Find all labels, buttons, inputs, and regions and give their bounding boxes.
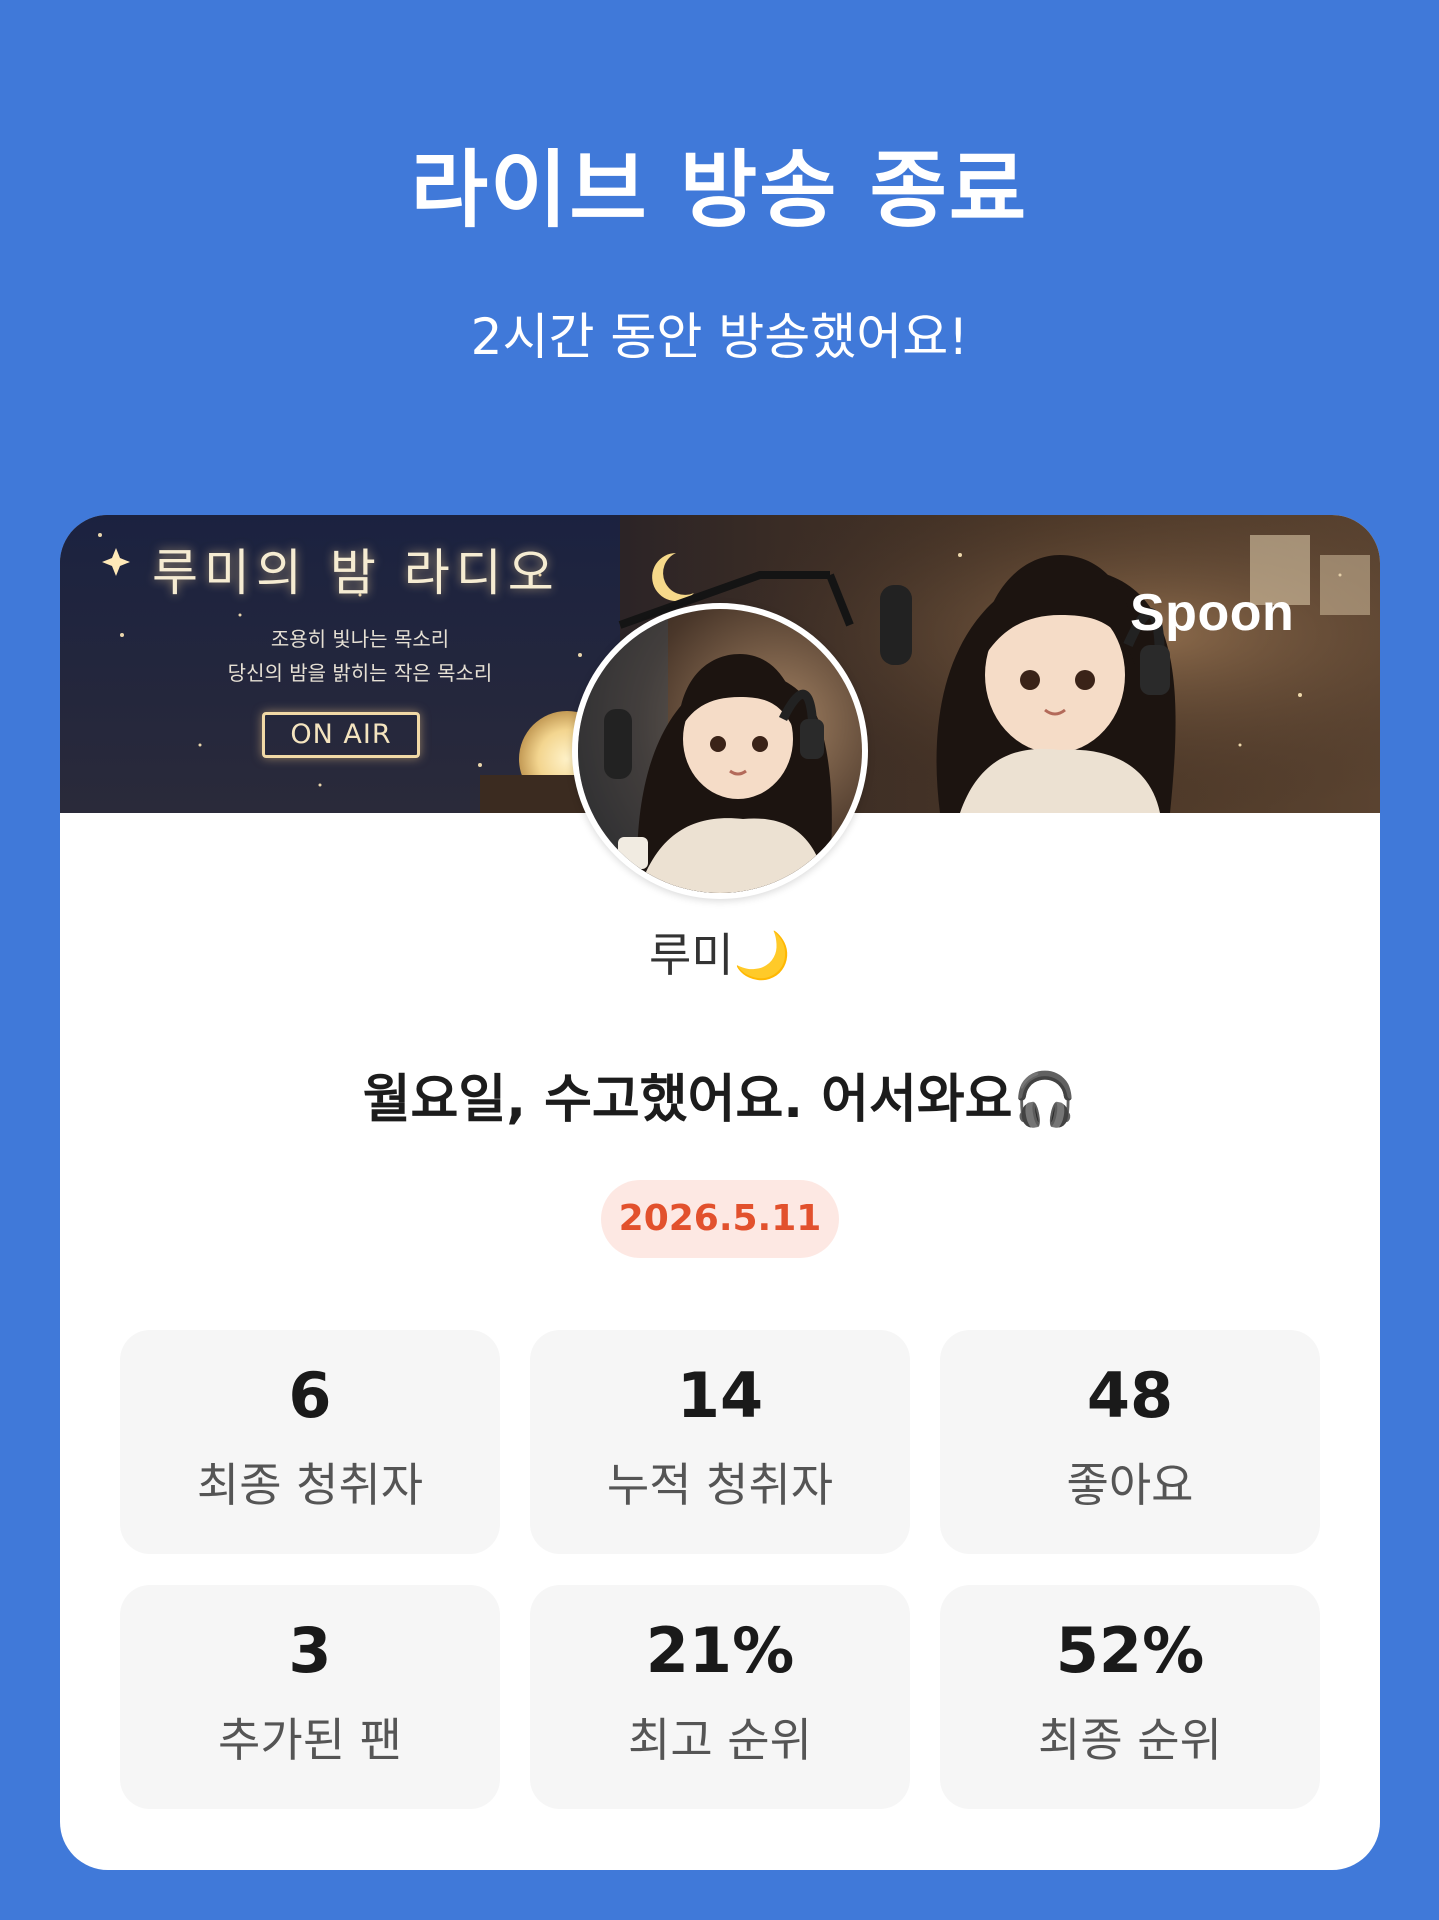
stat-label: 최종 순위 (1038, 1713, 1222, 1767)
stat-label: 최고 순위 (628, 1713, 812, 1767)
stat-final-listeners: 6 최종 청취자 (120, 1330, 500, 1554)
avatar-illustration (578, 609, 862, 893)
broadcast-date-badge: 2026.5.11 (601, 1180, 839, 1258)
stat-value: 3 (288, 1614, 332, 1687)
stat-new-fans: 3 추가된 팬 (120, 1585, 500, 1809)
stat-likes: 48 좋아요 (940, 1330, 1320, 1554)
stat-best-rank: 21% 최고 순위 (530, 1585, 910, 1809)
stat-final-rank: 52% 최종 순위 (940, 1585, 1320, 1809)
broadcast-summary-card: 루미의 밤 라디오 조용히 빛나는 목소리 당신의 밤을 밝히는 작은 목소리 … (60, 515, 1380, 1870)
stat-label: 추가된 팬 (218, 1713, 402, 1767)
stat-label: 좋아요 (1066, 1458, 1194, 1512)
stat-value: 52% (1055, 1614, 1205, 1687)
stat-value: 14 (676, 1359, 764, 1432)
stat-value: 48 (1086, 1359, 1174, 1432)
stat-value: 21% (645, 1614, 795, 1687)
on-air-sign: ON AIR (262, 712, 420, 758)
spoon-logo: Spoon (1130, 584, 1295, 642)
avatar[interactable] (572, 603, 868, 899)
stat-label: 최종 청취자 (196, 1458, 424, 1512)
banner-title: 루미의 밤 라디오 (152, 544, 560, 602)
live-title: 월요일, 수고했어요. 어서와요🎧 (362, 1070, 1078, 1130)
header-subtitle: 2시간 동안 방송했어요! (470, 308, 969, 366)
stats-grid: 6 최종 청취자 14 누적 청취자 48 좋아요 3 추가된 팬 21% 최고… (120, 1330, 1320, 1809)
banner-subtitle-line1: 조용히 빛나는 목소리 (270, 627, 450, 651)
stat-total-listeners: 14 누적 청취자 (530, 1330, 910, 1554)
stat-label: 누적 청취자 (606, 1458, 834, 1512)
banner-subtitle-line2: 당신의 밤을 밝히는 작은 목소리 (227, 661, 493, 685)
stat-value: 6 (288, 1359, 332, 1432)
header-title: 라이브 방송 종료 (410, 141, 1029, 239)
streamer-nickname: 루미🌙 (649, 928, 791, 982)
